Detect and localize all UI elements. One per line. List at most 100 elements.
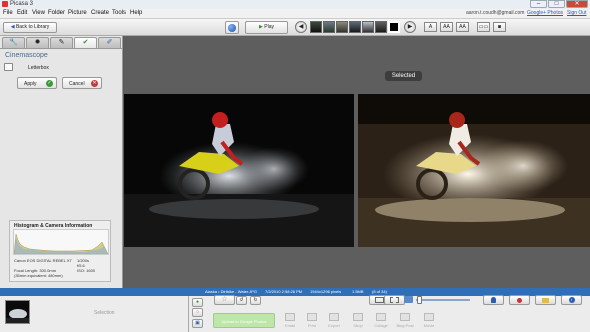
- star-icon: ☆: [221, 296, 228, 303]
- people-button[interactable]: [483, 295, 504, 305]
- close-button[interactable]: ✕: [566, 0, 588, 8]
- play-slideshow-button[interactable]: ▶ Play: [245, 21, 288, 34]
- menu-edit[interactable]: Edit: [17, 10, 27, 16]
- print-button[interactable]: Print: [301, 313, 323, 328]
- tab-tuning[interactable]: ✹: [26, 37, 49, 48]
- tab-basic-fixes[interactable]: 🔧: [2, 37, 25, 48]
- menu-folder[interactable]: Folder: [48, 10, 65, 16]
- blog-post-label: Blog Post: [396, 323, 414, 328]
- minimize-button[interactable]: –: [530, 0, 547, 8]
- google-photos-link[interactable]: Google+ Photos: [527, 10, 563, 16]
- compare-icon: ▭▭: [478, 24, 489, 30]
- compare-view-button[interactable]: ▭▭: [477, 22, 490, 32]
- back-to-library-label: Back to Library: [15, 24, 50, 30]
- brush-check-icon: ✔: [82, 39, 89, 46]
- menu-create[interactable]: Create: [91, 10, 109, 16]
- globe-icon: [228, 24, 236, 32]
- cancel-label: Cancel: [69, 81, 85, 87]
- blog-post-button[interactable]: Blog Post: [394, 313, 416, 328]
- movie-icon: [424, 313, 434, 321]
- menu-view[interactable]: View: [32, 10, 45, 16]
- checkmark-icon: ✓: [46, 80, 53, 87]
- pin-icon: ●: [195, 299, 200, 305]
- tab-divider: [0, 48, 123, 49]
- filmstrip-thumbnail-current[interactable]: [388, 21, 400, 33]
- menu-tools[interactable]: Tools: [112, 10, 126, 16]
- rotate-left-button[interactable]: ↺: [236, 296, 247, 305]
- tray-thumbnail-image: [6, 301, 29, 323]
- globe-button[interactable]: [225, 21, 239, 34]
- zoom-slider-track[interactable]: [416, 299, 470, 301]
- grid-view-icon: [390, 297, 399, 303]
- menu-help[interactable]: Help: [130, 10, 142, 16]
- shop-button[interactable]: Shop: [347, 313, 369, 328]
- iso: ISO: 1600: [77, 268, 96, 273]
- blog-icon: [400, 313, 410, 321]
- hold-button[interactable]: ●: [192, 298, 203, 307]
- grid-view-button[interactable]: [384, 295, 405, 305]
- rotate-left-icon: ↺: [239, 297, 244, 303]
- export-label: Export: [328, 323, 340, 328]
- small-text-view-button[interactable]: A: [424, 22, 437, 32]
- clear-icon: ○: [195, 309, 200, 315]
- album-button[interactable]: ▣: [192, 319, 203, 328]
- tray-selected-thumbnail[interactable]: [5, 300, 30, 324]
- album-icon: ▣: [195, 320, 200, 326]
- camera-model: Canon EOS DIGITAL REBEL XT: [14, 258, 72, 263]
- status-dimensions: 1944x1296 pixels: [310, 289, 342, 294]
- star-button[interactable]: ☆: [214, 295, 235, 305]
- menu-picture[interactable]: Picture: [68, 10, 87, 16]
- maximize-button[interactable]: □: [548, 0, 565, 8]
- selected-badge: Selected: [385, 71, 422, 81]
- collage-icon: [376, 313, 386, 321]
- filmstrip-thumbnail[interactable]: [375, 21, 387, 33]
- collage-button[interactable]: Collage: [370, 313, 392, 328]
- tag-icon: [542, 298, 549, 303]
- places-button[interactable]: [509, 295, 530, 305]
- histogram-graph: [13, 229, 109, 255]
- filmstrip-thumbnail[interactable]: [310, 21, 322, 33]
- apply-label: Apply: [24, 81, 37, 87]
- apply-button[interactable]: Apply ✓: [17, 77, 57, 89]
- account-email: aaron.t.coudh@gmail.com: [466, 10, 525, 16]
- menu-file[interactable]: File: [3, 10, 13, 16]
- camera-view-button[interactable]: ◙: [493, 22, 506, 32]
- dirtbike-cinemascope-image: [358, 94, 590, 247]
- zoom-slider-handle[interactable]: [417, 296, 422, 304]
- info-button[interactable]: i: [561, 295, 582, 305]
- zoom-icon: [404, 296, 413, 303]
- menu-bar: File Edit View Folder Picture Create Too…: [0, 9, 590, 19]
- title-bar: Picasa 3 – □ ✕: [0, 0, 590, 9]
- email-button[interactable]: Email: [279, 313, 301, 328]
- filmstrip-thumbnail[interactable]: [336, 21, 348, 33]
- previous-photo-button[interactable]: ◀: [295, 21, 307, 33]
- tab-effects-3[interactable]: ✐: [98, 37, 121, 48]
- filmstrip-thumbnail[interactable]: [349, 21, 361, 33]
- back-to-library-button[interactable]: ◀ Back to Library: [3, 22, 57, 33]
- edited-photo[interactable]: [358, 94, 590, 247]
- collage-label: Collage: [374, 323, 388, 328]
- medium-text-view-button[interactable]: AA: [440, 22, 453, 32]
- sun-icon: ✹: [34, 39, 41, 46]
- large-text-view-button[interactable]: AA: [456, 22, 469, 32]
- original-photo[interactable]: [124, 94, 354, 247]
- window-title: Picasa 3: [10, 1, 34, 7]
- cancel-button[interactable]: Cancel ✕: [62, 77, 102, 89]
- tags-button[interactable]: [535, 295, 556, 305]
- wrench-icon: 🔧: [9, 39, 18, 46]
- sign-out-link[interactable]: Sign Out: [567, 10, 586, 16]
- filmstrip-thumbnail[interactable]: [362, 21, 374, 33]
- tab-effects-1[interactable]: ✎: [50, 37, 73, 48]
- print-label: Print: [307, 323, 317, 328]
- next-photo-button[interactable]: ▶: [404, 21, 416, 33]
- tab-effects-2[interactable]: ✔: [74, 37, 97, 48]
- rotate-right-button[interactable]: ↻: [250, 296, 261, 305]
- export-button[interactable]: Export: [323, 313, 345, 328]
- filmstrip-thumbnail[interactable]: [323, 21, 335, 33]
- histogram-chart: [13, 233, 109, 255]
- status-date: 7/2/2010 2:58:26 PM: [265, 289, 303, 294]
- letterbox-checkbox[interactable]: [4, 63, 13, 71]
- clear-button[interactable]: ○: [192, 308, 203, 317]
- upload-button[interactable]: Upload to Google Photos: [213, 313, 275, 328]
- movie-button[interactable]: Movie: [418, 313, 440, 328]
